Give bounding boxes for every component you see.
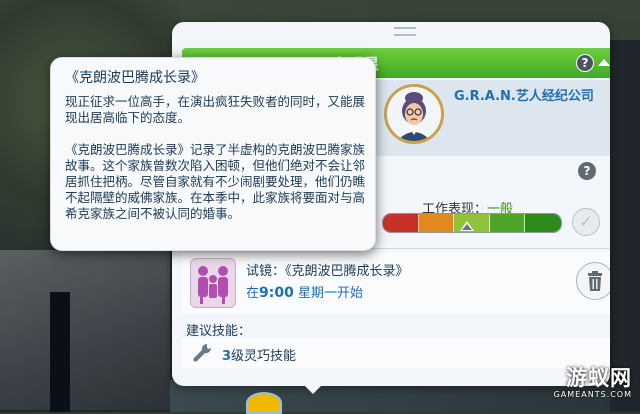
performance-bar-segment (418, 214, 455, 232)
watermark: 游蚁网 GAMEANTS.COM (548, 362, 640, 412)
agent-portrait-icon (384, 84, 444, 144)
tooltip-description: 《克朗波巴腾成长录》记录了半虚构的克朗波巴腾家族故事。这个家族曾数次陷入困顿，但… (65, 142, 366, 221)
suggested-skills-label: 建议技能： (186, 324, 252, 339)
skill-text: 3级灵巧技能 (222, 349, 297, 364)
tooltip-title: 《克朗波巴腾成长录》 (65, 70, 205, 86)
trash-icon[interactable] (576, 262, 610, 300)
building-wall (610, 40, 640, 412)
tooltip-summary: 现正征求一位高手，在演出疯狂失败者的同时，又能展现出居高临下的态度。 (65, 94, 366, 125)
chevron-up-icon[interactable] (598, 59, 610, 66)
event-time: 在9:00 星期一开始 (246, 285, 363, 301)
event-title: 试镜：《克朗波巴腾成长录》 (246, 264, 409, 279)
performance-bar-segment (383, 214, 419, 232)
agency-name: G.R.A.N.艺人经纪公司 (454, 89, 594, 104)
question-icon[interactable]: ? (576, 54, 594, 72)
drag-handle[interactable] (394, 27, 416, 36)
performance-bar-segment (525, 214, 561, 232)
wrench-icon (192, 342, 214, 368)
show-tooltip: 《克朗波巴腾成长录》 现正征求一位高手，在演出疯狂失败者的同时，又能展现出居高临… (50, 57, 376, 251)
check-icon[interactable]: ✓ (572, 208, 600, 236)
watermark-title: 游蚁网 (566, 366, 632, 390)
performance-help-icon[interactable]: ? (578, 162, 596, 180)
skill-item: 3级灵巧技能 (182, 338, 610, 368)
performance-marker-inner (462, 224, 473, 230)
watermark-subtitle: GAMEANTS.COM (553, 390, 632, 399)
audition-event: 试镜：《克朗波巴腾成长录》 在9:00 星期一开始 (182, 252, 610, 314)
performance-bar-segment (489, 214, 526, 232)
family-group-icon (190, 258, 236, 308)
panel-pointer (303, 384, 323, 394)
stone-wall (0, 250, 170, 410)
fence-post (50, 292, 70, 412)
career-badge-icon[interactable] (246, 392, 282, 414)
